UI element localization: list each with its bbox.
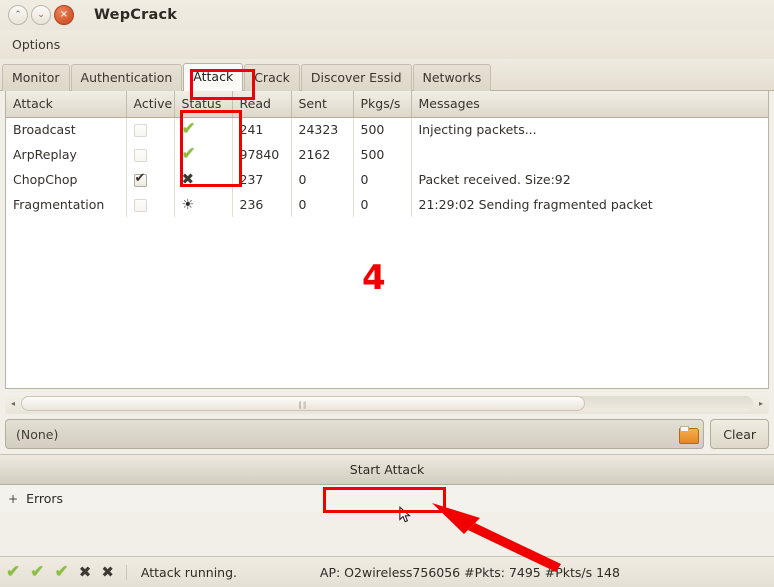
column-header-attack[interactable]: Attack xyxy=(6,91,127,118)
scroll-right-arrow-icon[interactable]: ▸ xyxy=(753,399,769,408)
application-window: ⌃ ⌄ × WepCrack Options Monitor Authentic… xyxy=(0,0,774,587)
status-cross-icon: ✖ xyxy=(78,562,92,581)
cell-sent: 0 xyxy=(291,167,354,192)
cell-attack-name: ChopChop xyxy=(6,167,127,192)
close-icon[interactable]: × xyxy=(54,5,74,25)
cell-sent: 24323 xyxy=(291,117,354,142)
status-check-icon: ✔ xyxy=(181,119,196,140)
tab-crack[interactable]: Crack xyxy=(244,64,300,91)
cell-sent: 0 xyxy=(291,192,354,217)
active-checkbox[interactable] xyxy=(133,199,147,212)
cell-message xyxy=(411,142,768,167)
capture-file-label: (None) xyxy=(16,426,59,442)
status-busy-icon: ☀ xyxy=(181,197,195,213)
attack-list[interactable]: Attack Active Status Read Sent Pkgs/s Me… xyxy=(5,91,769,389)
status-check-icon: ✔ xyxy=(30,561,45,582)
table-row[interactable]: ChopChop ✖ 237 0 0 Packet received. Size… xyxy=(6,167,768,192)
column-header-sent[interactable]: Sent xyxy=(291,91,354,118)
window-title: WepCrack xyxy=(94,7,178,23)
annotation-step-number: 4 xyxy=(362,258,386,298)
cell-attack-name: Broadcast xyxy=(6,117,127,142)
tab-discover-essid[interactable]: Discover Essid xyxy=(300,64,412,91)
cell-read: 97840 xyxy=(232,142,292,167)
scrollbar-track[interactable]: ‖‖ xyxy=(21,396,753,411)
tab-attack[interactable]: Attack xyxy=(183,63,244,91)
tab-authentication[interactable]: Authentication xyxy=(70,64,183,91)
cell-status: ✔ xyxy=(174,117,233,142)
cell-attack-name: ArpReplay xyxy=(6,142,127,167)
cell-pkgs: 500 xyxy=(353,117,412,142)
cell-active xyxy=(126,192,175,217)
cell-message: Injecting packets... xyxy=(418,122,537,138)
minimize-icon[interactable]: ⌃ xyxy=(8,5,28,25)
attack-table: Attack Active Status Read Sent Pkgs/s Me… xyxy=(6,91,768,217)
title-bar: ⌃ ⌄ × WepCrack xyxy=(0,0,774,30)
column-header-status[interactable]: Status xyxy=(174,91,233,118)
column-header-messages[interactable]: Messages xyxy=(411,91,768,118)
table-row[interactable]: Fragmentation ☀ 236 0 0 21:29:02 Sending… xyxy=(6,192,768,217)
menu-item-options[interactable]: Options xyxy=(5,35,67,54)
tab-monitor[interactable]: Monitor xyxy=(2,64,70,91)
cell-read: 236 xyxy=(232,192,292,217)
active-checkbox[interactable] xyxy=(133,149,147,162)
errors-label: Errors xyxy=(26,491,64,506)
cell-active xyxy=(126,117,175,142)
horizontal-scrollbar[interactable]: ◂ ‖‖ ▸ xyxy=(5,393,769,414)
scrollbar-thumb[interactable]: ‖‖ xyxy=(21,396,585,411)
cell-sent: 2162 xyxy=(291,142,354,167)
start-attack-button[interactable]: Start Attack xyxy=(328,458,446,481)
cell-attack-name: Fragmentation xyxy=(6,192,127,217)
tab-networks[interactable]: Networks xyxy=(412,64,492,91)
capture-file-button[interactable]: (None) xyxy=(5,419,705,449)
capture-file-row: (None) Clear xyxy=(5,419,769,449)
folder-icon[interactable] xyxy=(679,425,700,444)
column-header-pkgs[interactable]: Pkgs/s xyxy=(353,91,412,118)
cell-pkgs: 0 xyxy=(353,167,412,192)
window-controls: ⌃ ⌄ × xyxy=(8,5,74,25)
status-check-icon: ✔ xyxy=(6,561,21,582)
cell-status: ✖ xyxy=(174,167,233,192)
cell-status: ☀ xyxy=(174,192,233,217)
active-checkbox[interactable] xyxy=(133,124,147,138)
status-check-icon: ✔ xyxy=(54,561,69,582)
active-checkbox[interactable] xyxy=(133,171,147,187)
column-header-read[interactable]: Read xyxy=(232,91,292,118)
cell-active xyxy=(126,142,175,167)
cell-active xyxy=(126,167,175,192)
table-row[interactable]: ArpReplay ✔ 97840 2162 500 xyxy=(6,142,768,167)
cell-message: 21:29:02 Sending fragmented packet xyxy=(418,197,653,212)
cell-read: 237 xyxy=(232,167,292,192)
status-icon-group: ✔ ✔ ✔ ✖ ✖ xyxy=(6,561,114,582)
tab-strip: Monitor Authentication Attack Crack Disc… xyxy=(0,59,774,91)
table-row[interactable]: Broadcast ✔ 241 24323 500 Injecting pack… xyxy=(6,117,768,142)
status-bar: ✔ ✔ ✔ ✖ ✖ Attack running. AP: O2wireless… xyxy=(0,556,774,587)
status-check-icon: ✔ xyxy=(181,144,196,164)
cell-status: ✔ xyxy=(174,142,233,167)
maximize-icon[interactable]: ⌄ xyxy=(31,5,51,25)
table-header-row: Attack Active Status Read Sent Pkgs/s Me… xyxy=(6,91,768,118)
column-header-active[interactable]: Active xyxy=(126,91,175,118)
status-cross-icon: ✖ xyxy=(101,562,114,581)
scroll-left-arrow-icon[interactable]: ◂ xyxy=(5,399,21,408)
clear-button[interactable]: Clear xyxy=(710,419,769,449)
status-text: Attack running. xyxy=(125,564,316,580)
cell-pkgs: 0 xyxy=(353,192,412,217)
expand-plus-icon[interactable]: + xyxy=(4,491,22,507)
menu-bar: Options xyxy=(0,30,774,59)
cell-pkgs: 500 xyxy=(353,142,412,167)
errors-expander-row[interactable]: + Errors xyxy=(0,485,774,512)
cell-read: 241 xyxy=(232,117,292,142)
start-attack-bar: Start Attack xyxy=(0,454,774,485)
status-cross-icon: ✖ xyxy=(181,170,195,188)
status-info-text: AP: O2wireless756056 #Pkts: 7495 #Pkts/s… xyxy=(319,564,620,580)
cell-message: Packet received. Size:92 xyxy=(418,172,571,187)
scrollbar-grip-icon: ‖‖ xyxy=(298,401,308,409)
